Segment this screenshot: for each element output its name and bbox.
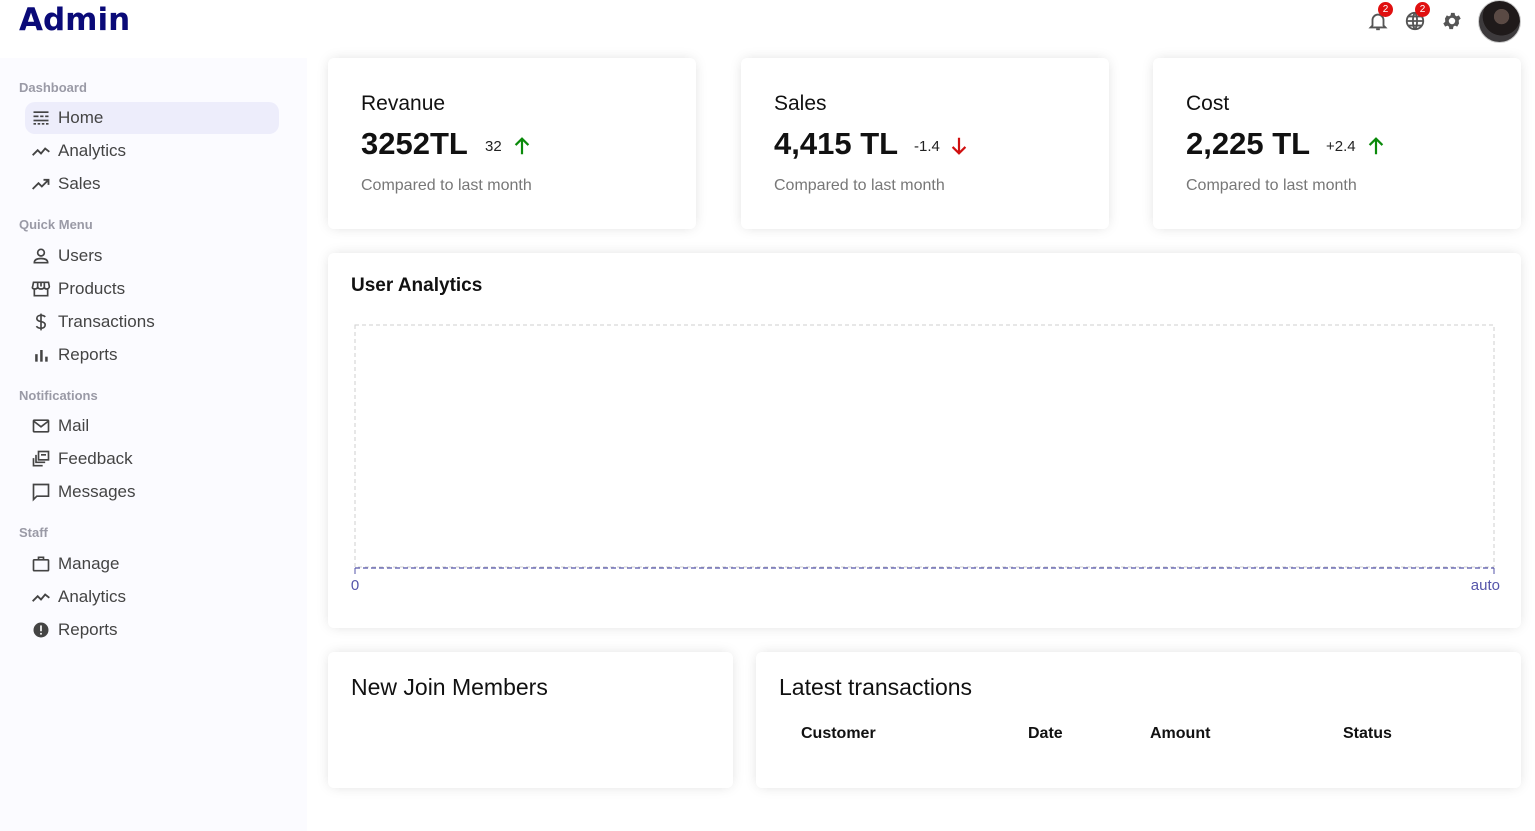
- sidebar-item-reports[interactable]: Reports: [25, 339, 279, 371]
- sidebar-item-label: Products: [58, 279, 126, 298]
- new-members-widget: New Join Members: [328, 652, 733, 788]
- sidebar-item-label: Mail: [58, 416, 90, 435]
- sidebar-item-feedback[interactable]: Feedback: [25, 443, 279, 475]
- featured-money: 4,415 TL: [774, 126, 899, 161]
- featured-rate: +2.4: [1326, 138, 1356, 155]
- column-header-customer: Customer: [801, 725, 876, 742]
- featured-sub: Compared to last month: [361, 177, 532, 194]
- featured-money: 2,225 TL: [1186, 126, 1311, 161]
- featured-title: Sales: [774, 92, 827, 115]
- arrow-down-icon: [951, 137, 967, 155]
- notifications-badge: 2: [1378, 2, 1393, 17]
- widget-title: Latest transactions: [779, 674, 973, 700]
- featured-card-sales: Sales 4,415 TL -1.4 Compared to last mon…: [741, 58, 1109, 229]
- sidebar-item-manage[interactable]: Manage: [25, 548, 279, 580]
- timeline-icon: [32, 147, 50, 156]
- column-header-status: Status: [1343, 725, 1392, 742]
- user-analytics-chart: User Analytics 0 auto: [328, 253, 1521, 628]
- line-style-icon: [33, 111, 49, 125]
- sidebar-item-label: Feedback: [58, 449, 133, 468]
- topbar-icons: 2 2: [1353, 0, 1521, 43]
- topbar: Admin 2 2: [0, 0, 1535, 50]
- logo[interactable]: Admin: [19, 2, 130, 38]
- featured-title: Revanue: [361, 92, 446, 115]
- report-icon: [33, 622, 49, 638]
- featured-card-revenue: Revanue 3252TL 32 Compared to last month: [328, 58, 696, 229]
- trending-up-icon: [32, 178, 50, 190]
- featured-rate: -1.4: [914, 138, 940, 155]
- sidebar-item-messages[interactable]: Messages: [25, 476, 279, 508]
- sidebar-item-users[interactable]: Users: [25, 240, 279, 272]
- dynamic-feed-icon: [32, 450, 50, 467]
- language-button[interactable]: 2: [1403, 2, 1430, 33]
- avatar[interactable]: [1478, 0, 1521, 43]
- sidebar-item-analytics[interactable]: Analytics: [25, 135, 279, 167]
- sidebar-item-label: Sales: [58, 174, 101, 193]
- arrow-up-icon: [514, 137, 530, 155]
- mail-outline-icon: [32, 419, 50, 433]
- featured-money: 3252TL: [361, 126, 468, 161]
- chart-plot-area: 0 auto: [351, 324, 1500, 594]
- featured-sub: Compared to last month: [774, 177, 945, 194]
- featured-rate: 32: [485, 138, 502, 155]
- chat-bubble-outline-icon: [32, 483, 50, 502]
- sidebar-item-mail[interactable]: Mail: [25, 410, 279, 442]
- settings-icon: [1443, 12, 1461, 30]
- sidebar-item-staff-reports[interactable]: Reports: [25, 614, 279, 646]
- sidebar-item-label: Reports: [58, 620, 118, 639]
- sidebar-section-title: Quick Menu: [19, 217, 93, 232]
- sidebar-section-title: Notifications: [19, 388, 98, 403]
- sidebar-item-home[interactable]: Home: [25, 102, 279, 134]
- settings-button[interactable]: [1440, 9, 1464, 33]
- sidebar-item-label: Transactions: [58, 312, 155, 331]
- column-header-date: Date: [1028, 725, 1063, 742]
- sidebar-section-title: Staff: [19, 525, 48, 540]
- sidebar-item-label: Analytics: [58, 141, 127, 160]
- sidebar-item-staff-analytics[interactable]: Analytics: [25, 581, 279, 613]
- sidebar-item-label: Analytics: [58, 587, 127, 606]
- sidebar-item-label: Users: [58, 246, 103, 265]
- column-header-amount: Amount: [1150, 725, 1211, 742]
- storefront-icon: [31, 281, 51, 297]
- latest-transactions-widget: Latest transactions Customer Date Amount…: [756, 652, 1521, 788]
- timeline-icon: [32, 593, 50, 602]
- sidebar-item-sales[interactable]: Sales: [25, 168, 279, 200]
- featured-sub: Compared to last month: [1186, 177, 1357, 194]
- sidebar-item-label: Home: [58, 108, 104, 127]
- sidebar-item-label: Manage: [58, 554, 120, 573]
- person-outline-icon: [33, 248, 49, 264]
- notifications-button[interactable]: 2: [1366, 2, 1393, 33]
- sidebar: Dashboard Home Analytics Sales Quick Men…: [0, 58, 307, 831]
- widget-title: New Join Members: [351, 674, 548, 700]
- featured-card-cost: Cost 2,225 TL +2.4 Compared to last mont…: [1153, 58, 1521, 229]
- arrow-up-icon: [1368, 137, 1384, 155]
- sidebar-item-products[interactable]: Products: [25, 273, 279, 305]
- sidebar-section-title: Dashboard: [19, 80, 87, 95]
- dollar-icon: [35, 313, 47, 331]
- bar-chart-icon: [35, 350, 48, 362]
- sidebar-item-label: Reports: [58, 345, 118, 364]
- featured-title: Cost: [1186, 92, 1230, 115]
- x-tick-label-end: auto: [1471, 577, 1500, 594]
- language-badge: 2: [1415, 2, 1430, 17]
- sidebar-item-transactions[interactable]: Transactions: [25, 306, 279, 338]
- work-outline-icon: [32, 556, 50, 572]
- chart-grid: [354, 324, 1495, 568]
- sidebar-item-label: Messages: [58, 482, 136, 501]
- x-tick-label-start: 0: [351, 577, 359, 594]
